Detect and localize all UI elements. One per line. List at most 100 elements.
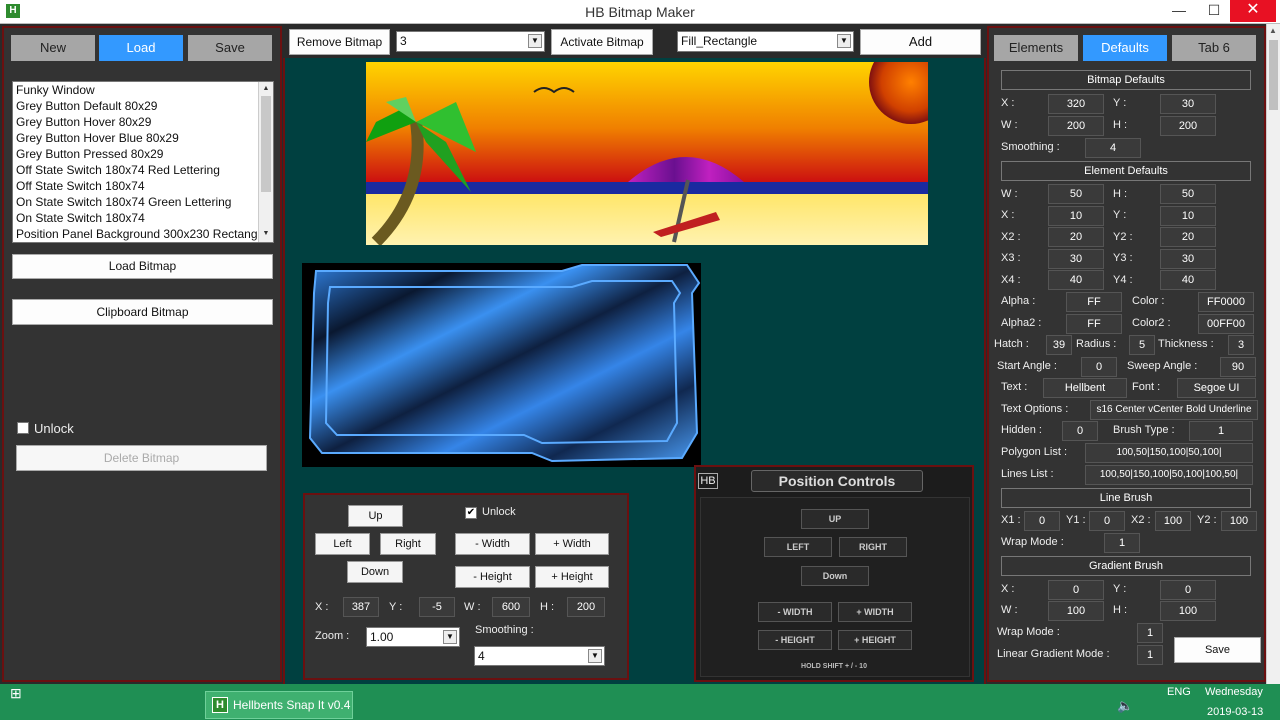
- windows-start-icon[interactable]: ⊞: [10, 686, 24, 700]
- language-indicator[interactable]: ENG: [1167, 686, 1191, 698]
- polygon-list-field[interactable]: 100,50|150,100|50,100|: [1085, 443, 1253, 463]
- list-scrollbar[interactable]: ▲ ▼: [258, 82, 273, 242]
- ed-h-field[interactable]: 50: [1160, 184, 1216, 204]
- list-item[interactable]: Grey Button Default 80x29: [13, 98, 273, 114]
- right-button[interactable]: Right: [380, 533, 436, 555]
- brush-type-field[interactable]: 1: [1189, 421, 1253, 441]
- ed-y2-field[interactable]: 20: [1160, 227, 1216, 247]
- bd-h-field[interactable]: 200: [1160, 116, 1216, 136]
- minus-width-button[interactable]: - Width: [455, 533, 530, 555]
- start-angle-field[interactable]: 0: [1081, 357, 1117, 377]
- ed-y-field[interactable]: 10: [1160, 206, 1216, 226]
- color-field[interactable]: FF0000: [1198, 292, 1254, 312]
- beach-bitmap-preview[interactable]: [366, 62, 928, 245]
- zoom-select[interactable]: 1.00 ▼: [366, 627, 460, 647]
- down-button[interactable]: Down: [347, 561, 403, 583]
- ed-y3-field[interactable]: 30: [1160, 249, 1216, 269]
- ed-y4-field[interactable]: 40: [1160, 270, 1216, 290]
- font-field[interactable]: Segoe UI: [1177, 378, 1256, 398]
- left-button[interactable]: Left: [315, 533, 370, 555]
- lb-y1-field[interactable]: 0: [1089, 511, 1125, 531]
- lb-x2-field[interactable]: 100: [1155, 511, 1191, 531]
- radius-field[interactable]: 5: [1129, 335, 1155, 355]
- taskbar-app-button[interactable]: H Hellbents Snap It v0.4: [205, 691, 353, 719]
- close-button[interactable]: ✕: [1230, 0, 1276, 22]
- list-item[interactable]: Position Panel Background 300x230 Rectan…: [13, 226, 273, 242]
- up-button[interactable]: Up: [348, 505, 403, 527]
- bitmap-list[interactable]: Funky Window Grey Button Default 80x29 G…: [12, 81, 274, 243]
- plus-width-button[interactable]: + Width: [535, 533, 609, 555]
- list-item[interactable]: Off State Switch 180x74 Red Lettering: [13, 162, 273, 178]
- list-item[interactable]: Funky Window: [13, 82, 273, 98]
- chevron-down-icon[interactable]: ▼: [588, 649, 602, 663]
- bd-x-field[interactable]: 320: [1048, 94, 1104, 114]
- list-item[interactable]: Grey Button Pressed 80x29: [13, 146, 273, 162]
- ed-x-field[interactable]: 10: [1048, 206, 1104, 226]
- defaults-save-button[interactable]: Save: [1174, 637, 1261, 663]
- alpha-field[interactable]: FF: [1066, 292, 1122, 312]
- alpha2-field[interactable]: FF: [1066, 314, 1122, 334]
- gb-h-field[interactable]: 100: [1160, 601, 1216, 621]
- tab-elements[interactable]: Elements: [994, 35, 1078, 61]
- linear-gradient-mode-field[interactable]: 1: [1137, 645, 1163, 665]
- list-item[interactable]: Off State Switch 180x74: [13, 178, 273, 194]
- gb-y-field[interactable]: 0: [1160, 580, 1216, 600]
- ed-x4-field[interactable]: 40: [1048, 270, 1104, 290]
- lb-x1-field[interactable]: 0: [1024, 511, 1060, 531]
- hatch-field[interactable]: 39: [1046, 335, 1072, 355]
- list-item[interactable]: Grey Button Hover 80x29: [13, 114, 273, 130]
- pc-minus-width-button[interactable]: - WIDTH: [758, 602, 832, 622]
- list-item[interactable]: Grey Button Hover Blue 80x29: [13, 130, 273, 146]
- remove-bitmap-button[interactable]: Remove Bitmap: [289, 29, 390, 55]
- ed-x3-field[interactable]: 30: [1048, 249, 1104, 269]
- pc-minus-height-button[interactable]: - HEIGHT: [758, 630, 832, 650]
- lb-wrap-mode-field[interactable]: 1: [1104, 533, 1140, 553]
- unlock-checkbox-checked[interactable]: ✔: [465, 507, 477, 519]
- smoothing-select[interactable]: 4 ▼: [474, 646, 605, 666]
- ed-w-field[interactable]: 50: [1048, 184, 1104, 204]
- lb-y2-field[interactable]: 100: [1221, 511, 1257, 531]
- tab-6[interactable]: Tab 6: [1172, 35, 1256, 61]
- list-item[interactable]: On State Switch 180x74: [13, 210, 273, 226]
- scroll-up-icon[interactable]: ▲: [1269, 26, 1277, 35]
- chevron-down-icon[interactable]: ▼: [837, 34, 851, 48]
- chevron-down-icon[interactable]: ▼: [443, 630, 457, 644]
- load-button[interactable]: Load: [99, 35, 183, 61]
- unlock-checkbox[interactable]: [17, 422, 29, 434]
- scroll-thumb[interactable]: [1269, 40, 1278, 110]
- pc-left-button[interactable]: LEFT: [764, 537, 832, 557]
- text-field[interactable]: Hellbent: [1043, 378, 1127, 398]
- speaker-icon[interactable]: 🔈: [1117, 698, 1133, 714]
- scroll-thumb[interactable]: [261, 96, 271, 192]
- color2-field[interactable]: 00FF00: [1198, 314, 1254, 334]
- delete-bitmap-button[interactable]: Delete Bitmap: [16, 445, 267, 471]
- gb-wrap-mode-field[interactable]: 1: [1137, 623, 1163, 643]
- pc-right-button[interactable]: RIGHT: [839, 537, 907, 557]
- load-bitmap-button[interactable]: Load Bitmap: [12, 254, 273, 279]
- clipboard-bitmap-button[interactable]: Clipboard Bitmap: [12, 299, 273, 325]
- new-button[interactable]: New: [11, 35, 95, 61]
- pc-down-button[interactable]: Down: [801, 566, 869, 586]
- funky-window-bitmap-preview[interactable]: [302, 263, 701, 467]
- tab-defaults[interactable]: Defaults: [1083, 35, 1167, 61]
- ed-x2-field[interactable]: 20: [1048, 227, 1104, 247]
- element-type-select[interactable]: Fill_Rectangle ▼: [677, 31, 854, 52]
- activate-bitmap-button[interactable]: Activate Bitmap: [551, 29, 653, 55]
- plus-height-button[interactable]: + Height: [535, 566, 609, 588]
- scroll-up-icon[interactable]: ▲: [261, 84, 271, 94]
- bitmap-index-select[interactable]: 3 ▼: [396, 31, 545, 52]
- scroll-down-icon[interactable]: ▼: [261, 229, 271, 239]
- maximize-button[interactable]: ☐: [1197, 0, 1231, 22]
- minus-height-button[interactable]: - Height: [455, 566, 530, 588]
- thickness-field[interactable]: 3: [1228, 335, 1254, 355]
- hidden-field[interactable]: 0: [1062, 421, 1098, 441]
- sweep-angle-field[interactable]: 90: [1220, 357, 1256, 377]
- pc-plus-height-button[interactable]: + HEIGHT: [838, 630, 912, 650]
- minimize-button[interactable]: —: [1162, 0, 1196, 22]
- pc-plus-width-button[interactable]: + WIDTH: [838, 602, 912, 622]
- pc-up-button[interactable]: UP: [801, 509, 869, 529]
- gb-x-field[interactable]: 0: [1048, 580, 1104, 600]
- list-item[interactable]: On State Switch 180x74 Green Lettering: [13, 194, 273, 210]
- gb-w-field[interactable]: 100: [1048, 601, 1104, 621]
- lines-list-field[interactable]: 100,50|150,100|50,100|100,50|: [1085, 465, 1253, 485]
